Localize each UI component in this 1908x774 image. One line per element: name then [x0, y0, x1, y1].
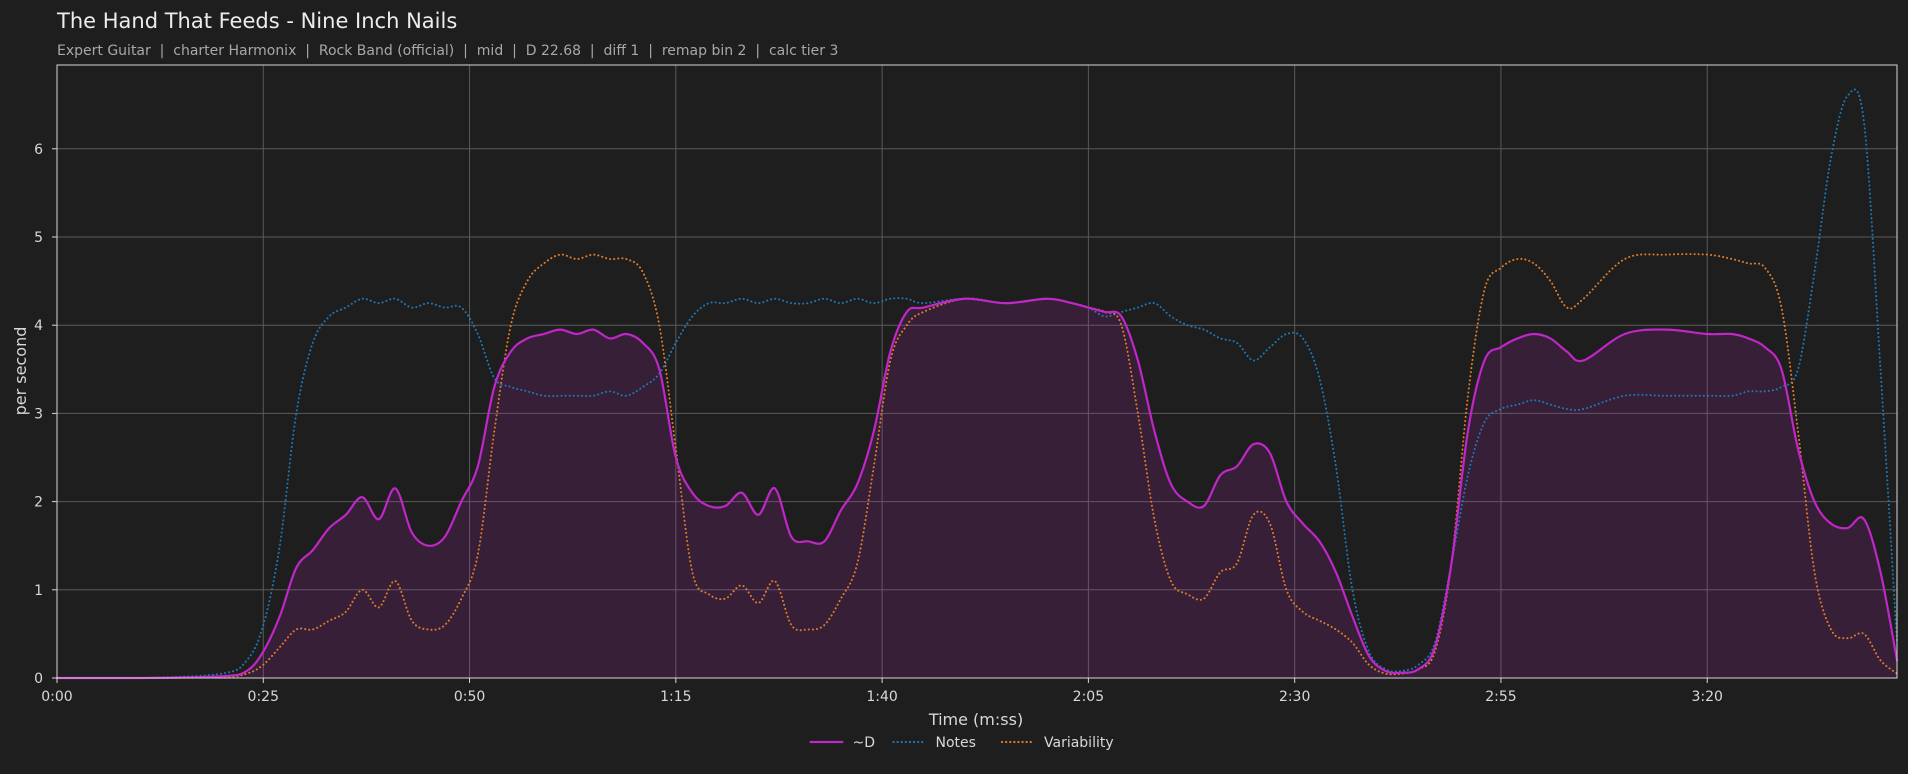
legend-label: Variability [1044, 735, 1114, 751]
x-tick-label: 1:15 [660, 689, 691, 705]
x-tick-label: 2:30 [1279, 689, 1310, 705]
d-series-area [57, 298, 1897, 678]
x-tick-label: 0:25 [248, 689, 279, 705]
y-tick-label: 3 [34, 406, 43, 422]
y-tick-label: 0 [34, 671, 43, 687]
chart-title: The Hand That Feeds - Nine Inch Nails [56, 9, 457, 33]
x-axis-ticks: 0:00 0:25 0:50 1:15 1:40 2:05 2:30 2:55 3:20 [41, 678, 1723, 705]
y-tick-label: 2 [34, 495, 43, 511]
x-tick-label: 3:20 [1691, 689, 1722, 705]
y-tick-label: 4 [34, 318, 43, 334]
area-fill [57, 298, 1897, 678]
x-tick-label: 0:00 [41, 689, 72, 705]
x-axis-label: Time (m:ss) [928, 710, 1023, 729]
y-tick-label: 5 [34, 230, 43, 246]
x-tick-label: 2:05 [1073, 689, 1104, 705]
y-axis-ticks: 0 1 2 3 4 5 6 [34, 142, 57, 687]
x-tick-label: 0:50 [454, 689, 485, 705]
y-tick-label: 6 [34, 142, 43, 158]
chart-subtitle: Expert Guitar | charter Harmonix | Rock … [57, 43, 838, 59]
legend-label: Notes [936, 735, 976, 751]
y-tick-label: 1 [34, 583, 43, 599]
x-tick-label: 1:40 [866, 689, 897, 705]
chart-figure: The Hand That Feeds - Nine Inch Nails Ex… [11, 9, 1899, 751]
legend: ~D Notes Variability [809, 735, 1114, 751]
y-axis-label: per second [11, 327, 30, 416]
legend-label: ~D [853, 735, 876, 751]
x-tick-label: 2:55 [1485, 689, 1516, 705]
